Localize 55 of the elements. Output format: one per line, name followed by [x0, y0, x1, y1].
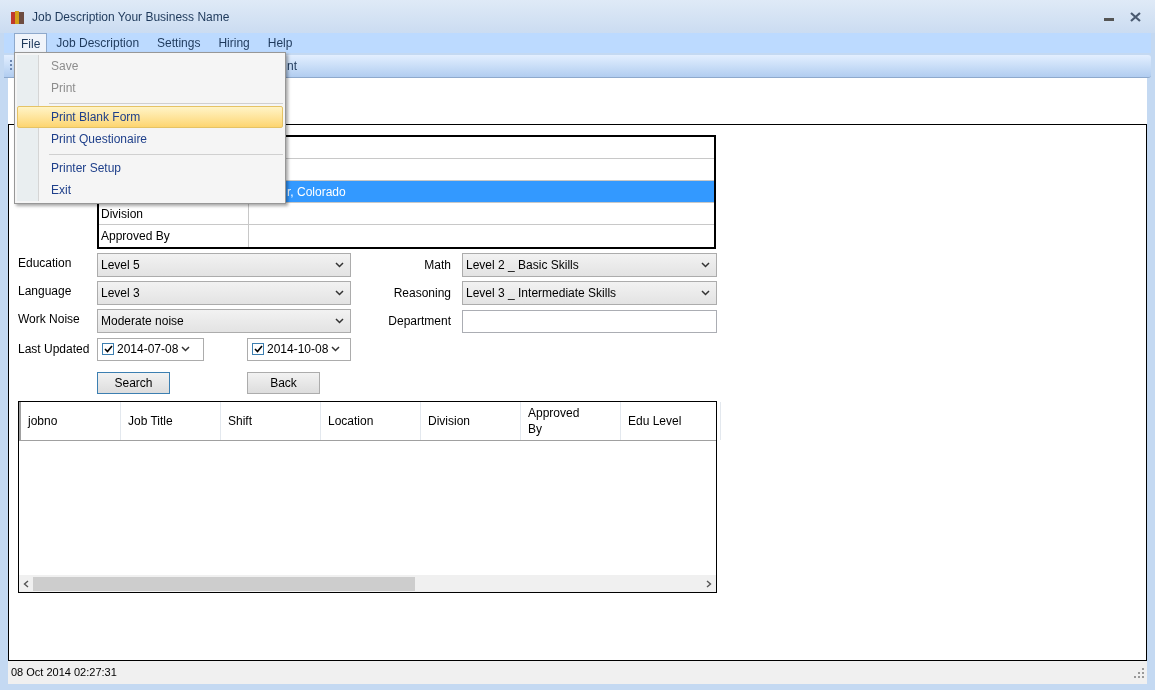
- field-label: Work Noise: [18, 311, 81, 328]
- minimize-icon[interactable]: [1104, 17, 1114, 22]
- caret-icon: [701, 290, 710, 296]
- action-button[interactable]: Search: [97, 372, 170, 394]
- caret-icon: [335, 318, 344, 324]
- status-text: 08 Oct 2014 02:27:31: [11, 665, 117, 681]
- date-picker[interactable]: 2014-07-08: [97, 337, 204, 361]
- column-header[interactable]: jobno: [21, 402, 121, 440]
- dropdown[interactable]: Moderate noise: [97, 309, 351, 333]
- field-label: Last Updated: [18, 341, 91, 358]
- action-button[interactable]: Back: [247, 372, 320, 394]
- checkbox[interactable]: [102, 343, 114, 355]
- menu-item[interactable]: File: [14, 33, 48, 53]
- window-title: Job Description Your Business Name: [32, 8, 230, 26]
- caret-icon: [331, 346, 341, 352]
- caret-icon: [335, 262, 344, 268]
- menu-item[interactable]: Job Description: [47, 33, 149, 53]
- books-icon: [10, 8, 26, 25]
- column-header[interactable]: Shift: [221, 402, 321, 440]
- scrollbar-thumb[interactable]: [33, 576, 415, 591]
- scroll-right-icon[interactable]: [706, 579, 712, 588]
- field-label: Reasoning: [392, 285, 451, 302]
- menu-item[interactable]: Help: [258, 33, 302, 53]
- column-header[interactable]: Job Title: [121, 402, 221, 440]
- resize-grip-icon: [1134, 667, 1144, 678]
- input-field[interactable]: [462, 309, 717, 333]
- menu-item[interactable]: Settings: [148, 33, 210, 53]
- grid-label: Approved By: [101, 228, 170, 245]
- menu-item[interactable]: Hiring: [209, 33, 259, 53]
- grid-label: Division: [101, 205, 143, 223]
- menu-entry[interactable]: Printer Setup: [17, 157, 283, 179]
- field-label: Math: [423, 257, 451, 274]
- horizontal-scrollbar[interactable]: [19, 575, 716, 592]
- grip-icon: [10, 59, 13, 73]
- menu-entry[interactable]: Print Questionaire: [17, 128, 283, 150]
- column-header[interactable]: Location: [321, 402, 421, 440]
- field-label: Education: [18, 255, 73, 272]
- field-label: Language: [18, 283, 73, 300]
- field-label: Department: [387, 313, 451, 330]
- menu-entry[interactable]: Print Blank Form: [17, 106, 283, 128]
- caret-icon: [181, 346, 191, 352]
- dropdown[interactable]: Level 5: [97, 253, 351, 277]
- date-picker[interactable]: 2014-10-08: [247, 337, 351, 361]
- caret-icon: [701, 262, 710, 268]
- column-header[interactable]: Approved By: [521, 402, 621, 440]
- column-header[interactable]: Division: [421, 402, 521, 440]
- dropdown[interactable]: Level 2 _ Basic Skills: [462, 253, 717, 277]
- dropdown[interactable]: Level 3 _ Intermediate Skills: [462, 281, 717, 305]
- toolbar-label[interactable]: nt: [287, 57, 297, 75]
- column-header[interactable]: Edu Level: [621, 402, 721, 440]
- close-icon[interactable]: [1130, 11, 1141, 22]
- checkbox[interactable]: [252, 343, 264, 355]
- dropdown[interactable]: Level 3: [97, 281, 351, 305]
- scroll-left-icon[interactable]: [23, 579, 29, 588]
- caret-icon: [335, 290, 344, 296]
